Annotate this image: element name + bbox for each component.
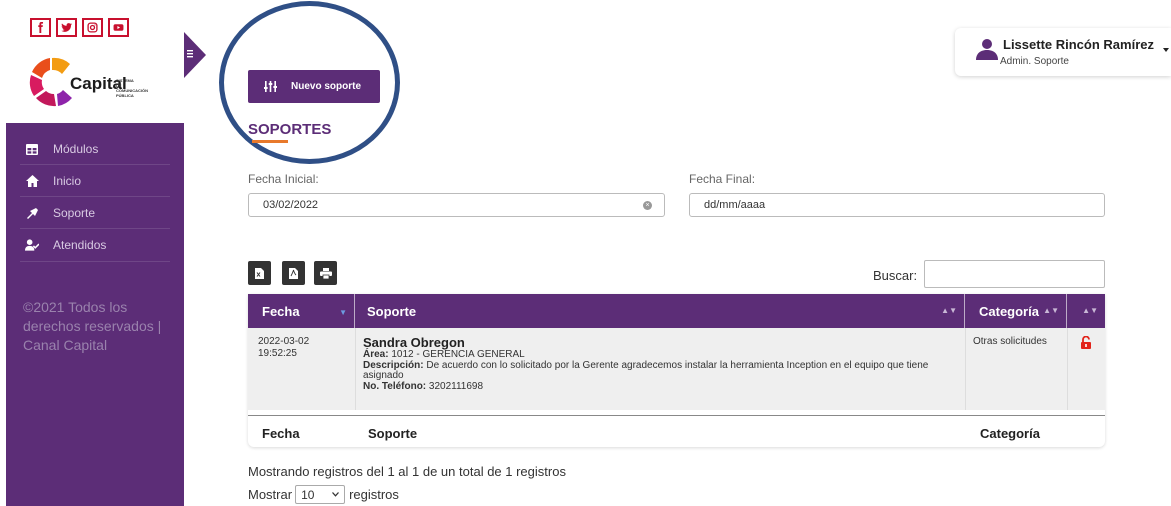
sidebar-item-label: Módulos [53, 142, 99, 156]
sidebar-item-label: Soporte [53, 206, 96, 220]
user-check-icon [25, 238, 39, 252]
table-header: Fecha ▼ Soporte ▲▼ Categoría ▲▼ ▲▼ [248, 294, 1105, 328]
fecha-inicial-input[interactable]: 03/02/2022 × [248, 193, 665, 217]
records-label: registros [349, 487, 399, 502]
area-label: Área: [363, 349, 389, 360]
fecha-final-placeholder: dd/mm/aaaa [704, 199, 766, 211]
supports-table: Fecha ▼ Soporte ▲▼ Categoría ▲▼ ▲▼ 2022-… [248, 294, 1105, 447]
social-links [30, 18, 129, 37]
instagram-icon[interactable] [82, 18, 103, 37]
user-role: Admin. Soporte [1000, 56, 1069, 67]
th-soporte-label: Soporte [367, 303, 417, 319]
page-title: SOPORTES [248, 121, 332, 138]
search-input[interactable] [924, 260, 1105, 288]
th-actions[interactable]: ▲▼ [1067, 294, 1105, 328]
canal-capital-logo: Capital SISTEMA DE COMUNICACIÓN PÚBLICA [28, 50, 148, 114]
sidebar-nav: Módulos Inicio Soporte Atendidos ©2021 T… [6, 123, 184, 506]
th-categoria-label: Categoría [979, 303, 1039, 319]
sort-icon: ▲▼ [941, 306, 957, 315]
fecha-inicial-value: 03/02/2022 [263, 199, 319, 211]
caret-down-icon [1163, 48, 1169, 52]
divider [1067, 328, 1068, 410]
sidebar-item-label: Atendidos [53, 238, 107, 252]
search-label: Buscar: [873, 268, 918, 283]
user-menu[interactable]: Lissette Rincón Ramírez Admin. Soporte [955, 28, 1171, 76]
page-length-select[interactable]: 10 [295, 485, 346, 504]
tf-soporte: Soporte [368, 426, 418, 441]
page-length-value: 10 [301, 487, 315, 502]
fecha-inicial-label: Fecha Inicial: [248, 172, 319, 186]
menu-toggle-icon [184, 32, 206, 78]
home-icon [25, 174, 39, 188]
page-length-control: Mostrar 10 registros [248, 485, 399, 504]
description-value: De acuerdo con lo solicitado por la Gere… [363, 359, 929, 381]
excel-file-icon [255, 267, 264, 279]
sort-desc-icon: ▼ [339, 308, 347, 317]
phone-value: 3202111698 [428, 380, 484, 392]
description-label: Descripción: [363, 359, 424, 371]
sidebar-toggle-button[interactable] [184, 32, 206, 78]
sliders-icon [264, 81, 277, 92]
app: Capital SISTEMA DE COMUNICACIÓN PÚBLICA … [0, 0, 1171, 506]
new-support-button[interactable]: Nuevo soporte [248, 70, 380, 103]
sidebar-item-inicio[interactable]: Inicio [6, 165, 184, 197]
divider [20, 261, 170, 262]
twitter-icon[interactable] [56, 18, 77, 37]
divider [965, 328, 966, 410]
copyright-text: ©2021 Todos los derechos reservados | Ca… [23, 299, 162, 353]
sidebar-brand: Capital SISTEMA DE COMUNICACIÓN PÚBLICA [0, 0, 184, 123]
table-row[interactable]: 2022-03-02 19:52:25 Sandra Obregon Área:… [248, 328, 1105, 410]
user-name: Lissette Rincón Ramírez [1003, 37, 1154, 52]
th-categoria[interactable]: Categoría ▲▼ [965, 294, 1067, 328]
th-fecha-label: Fecha [262, 303, 300, 319]
support-icon [25, 206, 39, 220]
print-button[interactable] [314, 261, 337, 285]
tf-categoria: Categoría [980, 426, 1040, 441]
table-footer: Fecha Soporte Categoría [248, 415, 1105, 447]
sidebar-item-soporte[interactable]: Soporte [6, 197, 184, 229]
tf-fecha: Fecha [262, 426, 300, 441]
user-avatar-icon [976, 39, 998, 60]
row-date: 2022-03-02 [258, 336, 310, 347]
logo-subtext: SISTEMA DE COMUNICACIÓN PÚBLICA [116, 78, 148, 98]
area-value: 1012 - GERENCIA GENERAL [391, 349, 525, 360]
sort-icon: ▲▼ [1043, 306, 1059, 315]
print-icon [319, 267, 332, 279]
sidebar-item-atendidos[interactable]: Atendidos [6, 229, 184, 261]
sort-icon: ▲▼ [1082, 306, 1098, 315]
divider [355, 328, 356, 410]
youtube-icon[interactable] [108, 18, 129, 37]
th-fecha[interactable]: Fecha ▼ [248, 294, 355, 328]
title-underline [252, 140, 288, 143]
export-pdf-button[interactable] [282, 261, 305, 285]
row-time: 19:52:25 [258, 348, 297, 359]
show-label: Mostrar [248, 487, 293, 502]
pdf-file-icon [289, 267, 298, 279]
row-category: Otras solicitudes [973, 336, 1047, 347]
export-excel-button[interactable] [248, 261, 271, 285]
phone-label: No. Teléfono: [363, 380, 427, 392]
grid-icon [25, 142, 39, 156]
row-requester-name: Sandra Obregon [363, 335, 465, 350]
facebook-icon[interactable] [30, 18, 51, 37]
fecha-final-input[interactable]: dd/mm/aaaa [689, 193, 1105, 217]
chevron-down-icon [332, 492, 340, 497]
table-info: Mostrando registros del 1 al 1 de un tot… [248, 464, 566, 479]
fecha-final-label: Fecha Final: [689, 172, 756, 186]
new-support-label: Nuevo soporte [291, 81, 362, 92]
sidebar-item-modulos[interactable]: Módulos [6, 133, 184, 165]
row-details: Área: 1012 - GERENCIA GENERAL Descripció… [363, 349, 958, 392]
clear-icon[interactable]: × [643, 201, 652, 210]
sidebar-item-label: Inicio [53, 174, 82, 188]
th-soporte[interactable]: Soporte ▲▼ [355, 294, 965, 328]
unlock-icon[interactable] [1080, 335, 1092, 352]
